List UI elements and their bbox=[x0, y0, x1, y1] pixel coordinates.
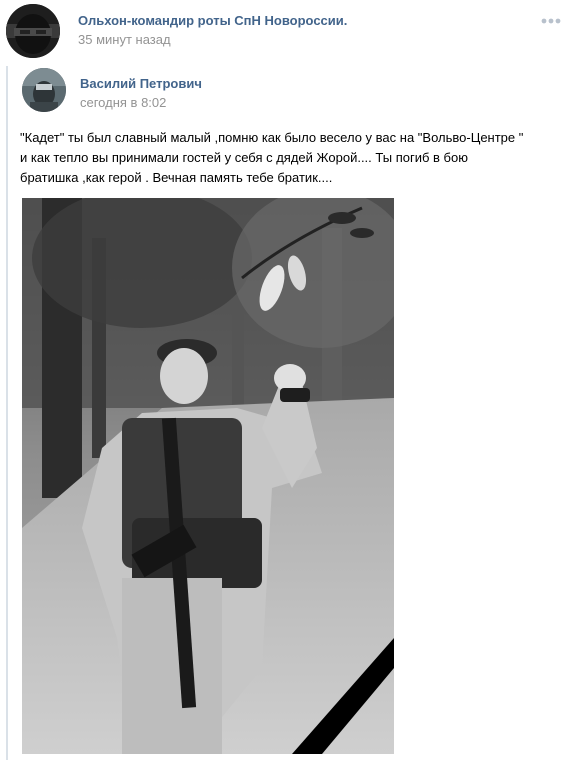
post-text-line: и как тепло вы принимали гостей у себя с… bbox=[20, 150, 468, 165]
repost-author-link[interactable]: Василий Петрович bbox=[80, 76, 202, 91]
memorial-photo bbox=[22, 198, 394, 754]
post-time-link[interactable]: 35 минут назад bbox=[78, 32, 171, 47]
repost-author-avatar[interactable] bbox=[22, 68, 66, 112]
post-author-link[interactable]: Ольхон-командир роты СпН Новороссии. bbox=[78, 13, 347, 28]
post-text-line: братишка ,как герой . Вечная память тебе… bbox=[20, 170, 333, 185]
reposted-content: Василий Петрович сегодня в 8:02 "Кадет" … bbox=[6, 66, 568, 760]
wall-post: Ольхон-командир роты СпН Новороссии. 35 … bbox=[0, 0, 568, 760]
post-text: "Кадет" ты был славный малый ,помню как … bbox=[20, 128, 568, 188]
author-avatar[interactable] bbox=[6, 4, 60, 58]
avatar-image bbox=[22, 68, 66, 112]
more-dots-icon[interactable] bbox=[540, 16, 562, 26]
post-photo[interactable] bbox=[22, 198, 394, 754]
repost-header: Василий Петрович сегодня в 8:02 bbox=[22, 68, 422, 114]
post-text-line: "Кадет" ты был славный малый ,помню как … bbox=[20, 130, 524, 145]
avatar-image bbox=[6, 4, 60, 58]
post-header: Ольхон-командир роты СпН Новороссии. 35 … bbox=[6, 4, 562, 58]
repost-time-link[interactable]: сегодня в 8:02 bbox=[80, 95, 166, 110]
